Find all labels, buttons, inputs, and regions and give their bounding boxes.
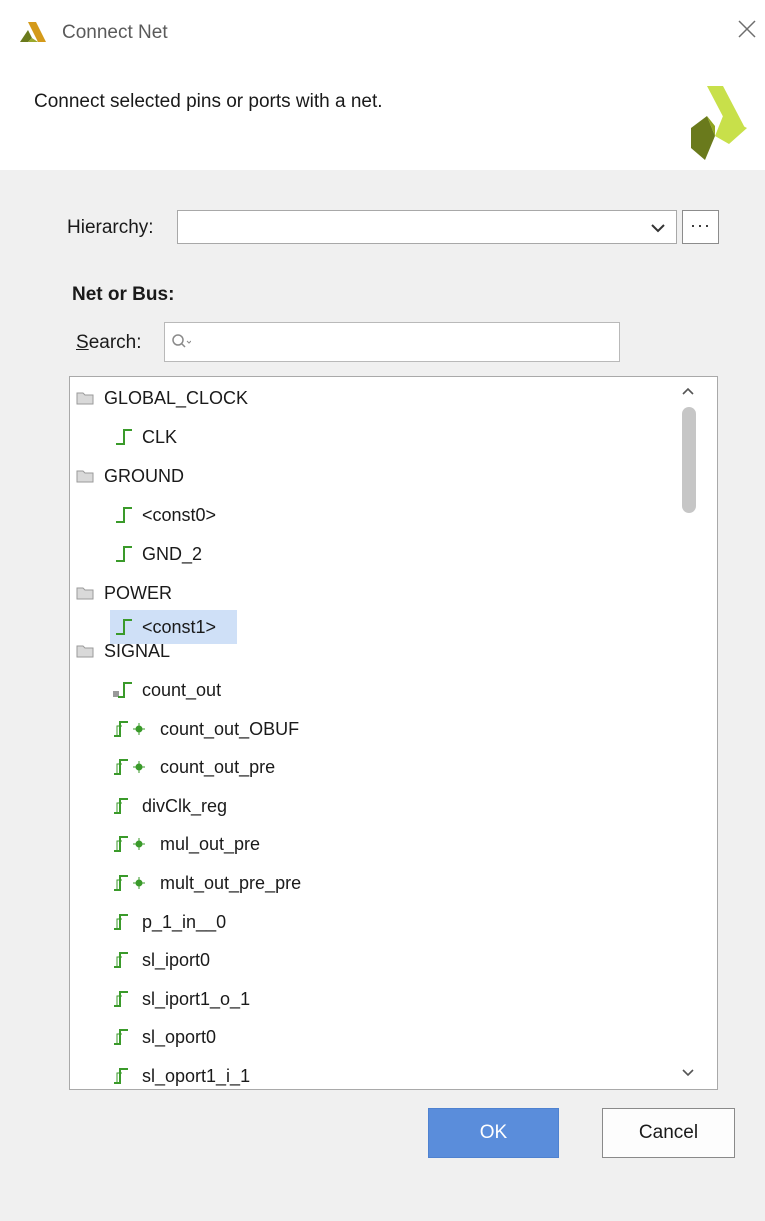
dialog-header: Connect selected pins or ports with a ne… <box>0 66 765 170</box>
tree-item[interactable]: sl_iport0 <box>110 945 670 975</box>
tree-item[interactable]: sl_oport1_i_1 <box>110 1061 670 1089</box>
tree-group-label: POWER <box>104 583 173 603</box>
tree-item-label: <const1> <box>142 617 217 637</box>
tree-group-ground[interactable]: GROUND <box>70 461 670 491</box>
scrollbar-thumb[interactable] <box>682 407 696 513</box>
tree-item-label: <const0> <box>142 505 217 525</box>
bus-net-icon <box>113 682 132 698</box>
tree-item[interactable]: CLK <box>110 422 670 452</box>
tree-item-label: count_out_pre <box>160 757 276 777</box>
net-icon <box>116 429 132 445</box>
tree-item[interactable]: mul_out_pre <box>110 829 670 859</box>
net-icon <box>114 991 128 1007</box>
net-icon <box>114 952 128 968</box>
tree-item[interactable]: count_out_OBUF <box>110 714 670 744</box>
tree-item[interactable]: GND_2 <box>110 539 670 569</box>
net-debug-icon <box>114 836 145 852</box>
ok-button[interactable]: OK <box>428 1108 559 1158</box>
tree-item[interactable]: sl_oport0 <box>110 1022 670 1052</box>
net-icon <box>114 798 128 814</box>
net-tree[interactable]: GLOBAL_CLOCK CLK GROUND <const0> GND_2 P… <box>69 376 718 1090</box>
tree-item[interactable]: divClk_reg <box>110 791 670 821</box>
close-icon[interactable] <box>735 17 759 41</box>
tree-group-label: GLOBAL_CLOCK <box>104 388 249 408</box>
net-icon <box>114 1029 128 1045</box>
net-icon <box>114 1068 128 1084</box>
dialog-description: Connect selected pins or ports with a ne… <box>34 91 383 112</box>
scroll-down-arrow-icon[interactable] <box>680 1067 696 1079</box>
net-debug-icon <box>114 721 145 737</box>
net-or-bus-heading: Net or Bus: <box>72 284 175 305</box>
tree-group-label: SIGNAL <box>104 641 171 661</box>
vivado-logo-icon <box>20 22 46 42</box>
tree-group-label: GROUND <box>104 466 184 486</box>
tree-item-label: p_1_in__0 <box>142 912 227 932</box>
tree-item-label: mult_out_pre_pre <box>160 873 302 893</box>
tree-item[interactable]: mult_out_pre_pre <box>110 868 670 898</box>
vivado-logo-icon <box>691 86 747 160</box>
tree-group-power[interactable]: POWER <box>70 578 670 608</box>
window-title: Connect Net <box>62 22 168 43</box>
cancel-button[interactable]: Cancel <box>602 1108 735 1158</box>
net-icon <box>116 619 132 635</box>
net-icon <box>116 546 132 562</box>
title-bar: Connect Net <box>0 0 765 66</box>
tree-item-label: CLK <box>142 427 178 447</box>
net-icon <box>114 914 128 930</box>
scroll-up-arrow-icon[interactable] <box>680 385 696 397</box>
search-input[interactable] <box>164 322 620 362</box>
search-icon <box>172 334 191 348</box>
tree-group-global-clock[interactable]: GLOBAL_CLOCK <box>70 383 670 413</box>
tree-item-label: sl_oport1_i_1 <box>142 1066 251 1086</box>
net-debug-icon <box>114 875 145 891</box>
net-icon <box>116 507 132 523</box>
tree-item-label: count_out <box>142 680 222 700</box>
folder-icon <box>76 587 94 600</box>
tree-group-signal[interactable]: SIGNAL <box>70 636 670 666</box>
tree-item-label: divClk_reg <box>142 796 228 816</box>
tree-item[interactable]: p_1_in__0 <box>110 907 670 937</box>
tree-item-label: count_out_OBUF <box>160 719 300 739</box>
tree-item-label: mul_out_pre <box>160 834 261 854</box>
folder-icon <box>76 645 94 658</box>
hierarchy-dropdown[interactable] <box>177 210 677 244</box>
tree-item[interactable]: count_out_pre <box>110 752 670 782</box>
tree-item[interactable]: count_out <box>110 675 670 705</box>
chevron-down-icon[interactable] <box>650 220 666 236</box>
search-label: Search: <box>76 332 142 353</box>
folder-icon <box>76 470 94 483</box>
tree-item[interactable]: <const0> <box>110 500 670 530</box>
hierarchy-label: Hierarchy: <box>67 217 154 238</box>
net-debug-icon <box>114 759 145 775</box>
folder-icon <box>76 392 94 405</box>
tree-item-label: GND_2 <box>142 544 203 564</box>
tree-item-label: sl_oport0 <box>142 1027 217 1047</box>
hierarchy-browse-button[interactable]: ··· <box>682 210 719 244</box>
connect-net-dialog: Connect Net Connect selected pins or por… <box>0 0 765 1221</box>
tree-item-label: sl_iport1_o_1 <box>142 989 251 1009</box>
tree-item[interactable]: sl_iport1_o_1 <box>110 984 670 1014</box>
tree-item-label: sl_iport0 <box>142 950 211 970</box>
